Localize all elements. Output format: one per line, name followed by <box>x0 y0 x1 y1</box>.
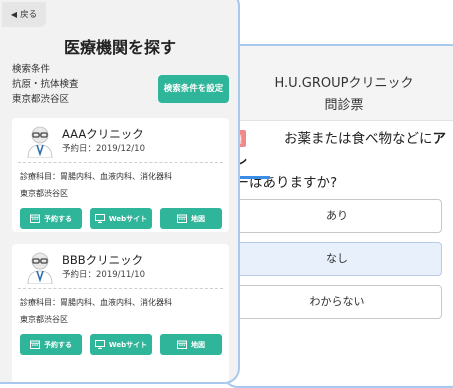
divider <box>18 162 223 163</box>
departments: 診療科目：胃腸内科、血液内科、消化器科 <box>20 298 172 307</box>
monitor-icon <box>94 340 105 349</box>
monitor-icon <box>94 214 105 223</box>
set-conditions-button[interactable]: 検索条件を設定 <box>158 75 229 103</box>
website-label: Webサイト <box>108 214 148 223</box>
reserve-label: 予約する <box>44 214 72 223</box>
calendar-icon <box>30 340 40 349</box>
map-label: 地図 <box>191 214 205 223</box>
question-part1: お薬または食べ物などに <box>284 131 433 147</box>
reserve-button[interactable]: 予約する <box>20 334 82 355</box>
doctor-avatar-icon <box>27 252 53 284</box>
doctor-avatar-icon <box>27 126 53 158</box>
condition-test: 抗原・抗体検査 <box>12 79 79 90</box>
condition-area: 東京都渋谷区 <box>12 94 70 105</box>
reserve-label: 予約する <box>44 340 72 349</box>
option-yes[interactable]: あり <box>232 199 442 233</box>
search-conditions: 検索条件 抗原・抗体検査 東京都渋谷区 <box>12 62 79 107</box>
questionnaire-header: H.U.GROUPクリニック 問診票 <box>224 46 453 121</box>
question-text: お薬または食べ物などにアレ ギーはありますか? <box>224 128 453 194</box>
divider <box>18 288 223 289</box>
map-icon <box>177 340 187 349</box>
questionnaire-clinic-name: H.U.GROUPクリニック <box>274 76 414 91</box>
conditions-heading: 検索条件 <box>12 64 51 75</box>
back-button[interactable]: ◀ 戻る <box>2 2 46 27</box>
questionnaire-title: 問診票 <box>324 98 364 113</box>
map-label: 地図 <box>191 340 205 349</box>
clinic-area: 東京都渋谷区 <box>20 315 68 324</box>
map-icon <box>177 214 187 223</box>
clinic-name: BBBクリニック <box>62 253 144 267</box>
clinic-name: AAAクリニック <box>62 127 144 141</box>
departments: 診療科目：胃腸内科、血液内科、消化器科 <box>20 172 172 181</box>
back-arrow-icon: ◀ <box>10 10 18 19</box>
website-label: Webサイト <box>108 340 148 349</box>
website-button[interactable]: Webサイト <box>90 334 152 355</box>
reserve-button[interactable]: 予約する <box>20 208 82 229</box>
map-button[interactable]: 地図 <box>160 208 222 229</box>
map-button[interactable]: 地図 <box>160 334 222 355</box>
search-screen: ◀ 戻る 医療機関を探す 検索条件 抗原・抗体検査 東京都渋谷区 検索条件を設定 … <box>0 0 240 384</box>
reservation-date: 予約日：2019/12/10 <box>62 144 145 154</box>
reservation-date: 予約日：2019/11/10 <box>62 270 145 280</box>
questionnaire-screen: H.U.GROUPクリニック 問診票 必須 お薬または食べ物などにアレ ギーはあ… <box>222 44 453 388</box>
back-label: 戻る <box>20 10 38 20</box>
option-no[interactable]: なし <box>232 242 442 276</box>
option-unknown[interactable]: わからない <box>232 285 442 319</box>
page-title: 医療機関を探す <box>63 38 176 57</box>
website-button[interactable]: Webサイト <box>90 208 152 229</box>
clinic-card: BBBクリニック 予約日：2019/11/10 診療科目：胃腸内科、血液内科、消… <box>12 244 229 382</box>
clinic-card: AAAクリニック 予約日：2019/12/10 診療科目：胃腸内科、血液内科、消… <box>12 118 229 232</box>
calendar-icon <box>30 214 40 223</box>
clinic-area: 東京都渋谷区 <box>20 189 68 198</box>
